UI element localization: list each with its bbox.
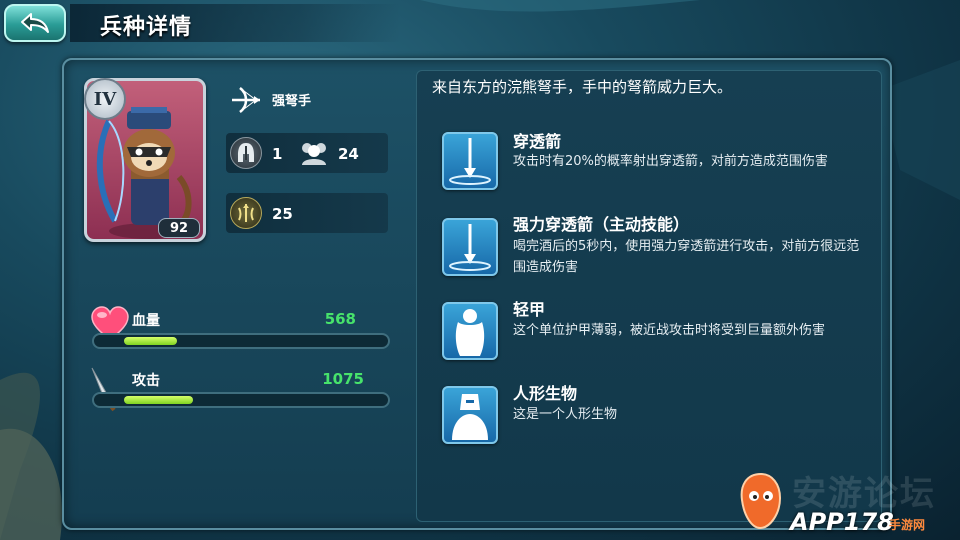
cloak-icon — [442, 302, 498, 360]
hp-value: 568 — [324, 310, 356, 328]
armor-value: 1 — [272, 145, 283, 163]
helmet-icon — [230, 137, 262, 169]
piercing-arrow-icon — [442, 218, 498, 276]
population-icon — [298, 139, 330, 167]
skill-name: 穿透箭 — [513, 132, 562, 151]
speed-value: 25 — [272, 205, 293, 223]
skill-name: 人形生物 — [513, 384, 578, 403]
speed-icon — [230, 197, 262, 229]
watermark-logo — [736, 470, 786, 532]
unit-description: 来自东方的浣熊弩手，手中的弩箭威力巨大。 — [432, 78, 733, 96]
attack-bar — [92, 392, 390, 408]
skill-description: 喝完酒后的5秒内，使用强力穿透箭进行攻击，对前方很远范围造成伤害 — [513, 239, 860, 275]
back-arrow-icon — [21, 13, 49, 33]
attack-value: 1075 — [322, 370, 364, 388]
skill-name: 强力穿透箭（主动技能） — [513, 215, 690, 234]
population-value: 24 — [338, 145, 359, 163]
unit-level-badge: 92 — [158, 218, 200, 238]
hp-label: 血量 — [132, 313, 160, 329]
rank-badge: IV — [84, 78, 126, 120]
piercing-arrow-icon — [442, 132, 498, 190]
crossbow-icon — [226, 82, 266, 118]
skill-description: 攻击时有20%的概率射出穿透箭，对前方造成范围伤害 — [513, 154, 828, 169]
skill-description: 这个单位护甲薄弱，被近战攻击时将受到巨量额外伤害 — [513, 323, 826, 338]
attack-label: 攻击 — [132, 373, 160, 389]
hp-bar — [92, 333, 390, 349]
skill-name: 轻甲 — [513, 300, 546, 319]
page-title: 兵种详情 — [100, 15, 193, 40]
hp-bar-fill — [124, 337, 177, 345]
humanoid-icon — [442, 386, 498, 444]
watermark-site-sub: 手游网 — [889, 518, 926, 532]
back-button[interactable] — [4, 4, 66, 42]
unit-type-label: 强弩手 — [272, 94, 312, 109]
attack-bar-fill — [124, 396, 193, 404]
skill-description: 这是一个人形生物 — [513, 407, 618, 422]
watermark-site: APP178 — [790, 508, 894, 536]
